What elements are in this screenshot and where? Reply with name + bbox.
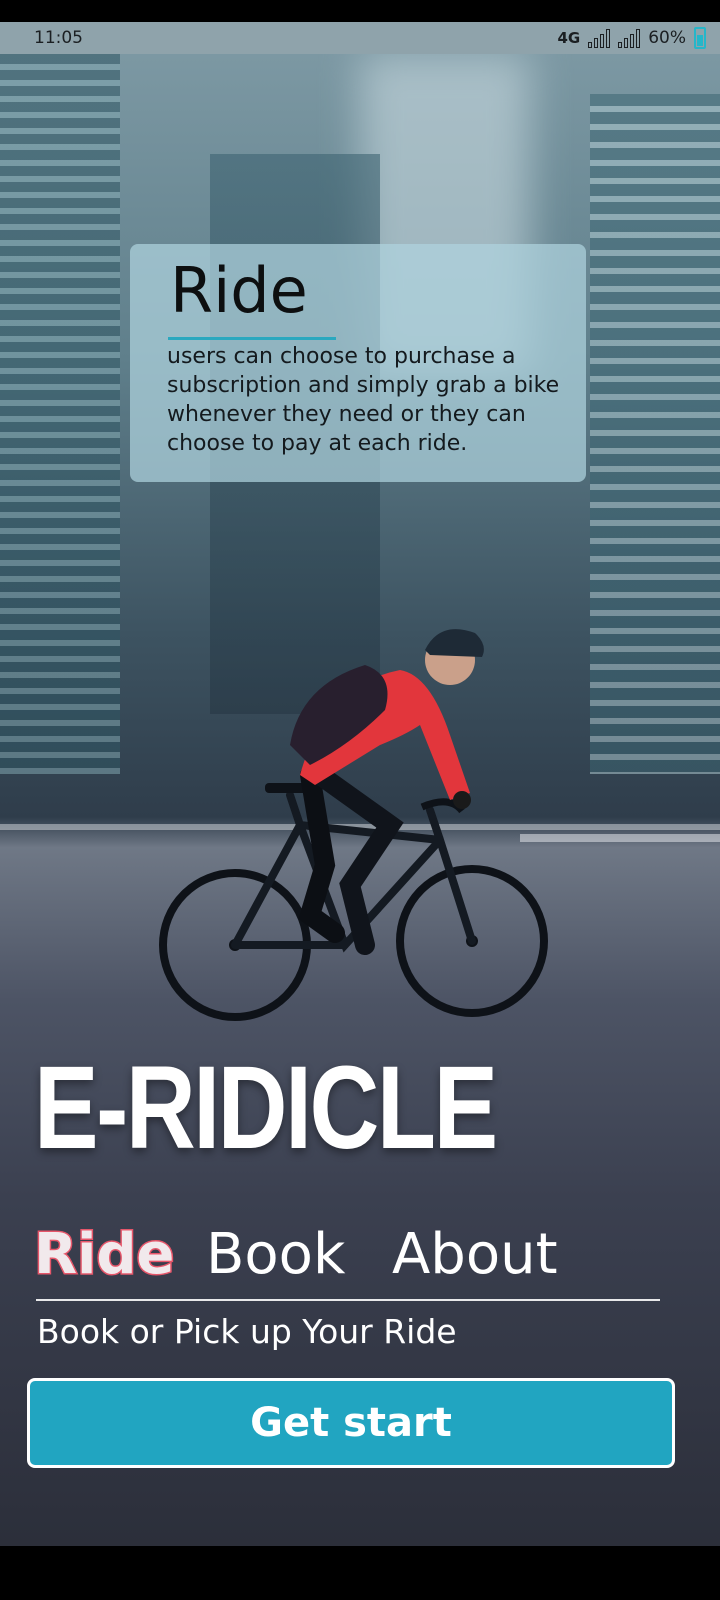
- brand-logo: E-RIDICLE: [34, 1042, 498, 1174]
- status-indicators: 4G 60%: [557, 25, 706, 51]
- building-left: [0, 54, 120, 774]
- app-screen: 11:05 4G 60% Ride users can choose to pu…: [0, 0, 720, 1600]
- network-type: 4G: [557, 29, 581, 47]
- cyclist-illustration: [159, 629, 548, 1021]
- status-bar: 11:05 4G 60%: [0, 22, 720, 54]
- info-card-underline: [168, 337, 336, 340]
- tab-ride[interactable]: Ride: [32, 1221, 175, 1289]
- get-start-button[interactable]: Get start: [27, 1378, 675, 1468]
- bottom-bar: [0, 1546, 720, 1600]
- tab-about[interactable]: About: [392, 1222, 558, 1287]
- info-card-text: users can choose to purchase a subscript…: [167, 344, 560, 456]
- top-bar: [0, 0, 720, 22]
- signal-icon: [618, 28, 641, 48]
- info-card-title: Ride: [170, 254, 308, 327]
- page-subtitle: Book or Pick up Your Ride: [37, 1312, 457, 1351]
- info-card: Ride users can choose to purchase a subs…: [130, 244, 586, 482]
- battery-icon: [694, 27, 706, 49]
- tab-book[interactable]: Book: [206, 1222, 345, 1287]
- nav-divider: [36, 1299, 660, 1301]
- building-right: [590, 94, 720, 774]
- signal-icon: [588, 28, 611, 48]
- battery-percent: 60%: [648, 28, 686, 48]
- status-time: 11:05: [34, 28, 83, 48]
